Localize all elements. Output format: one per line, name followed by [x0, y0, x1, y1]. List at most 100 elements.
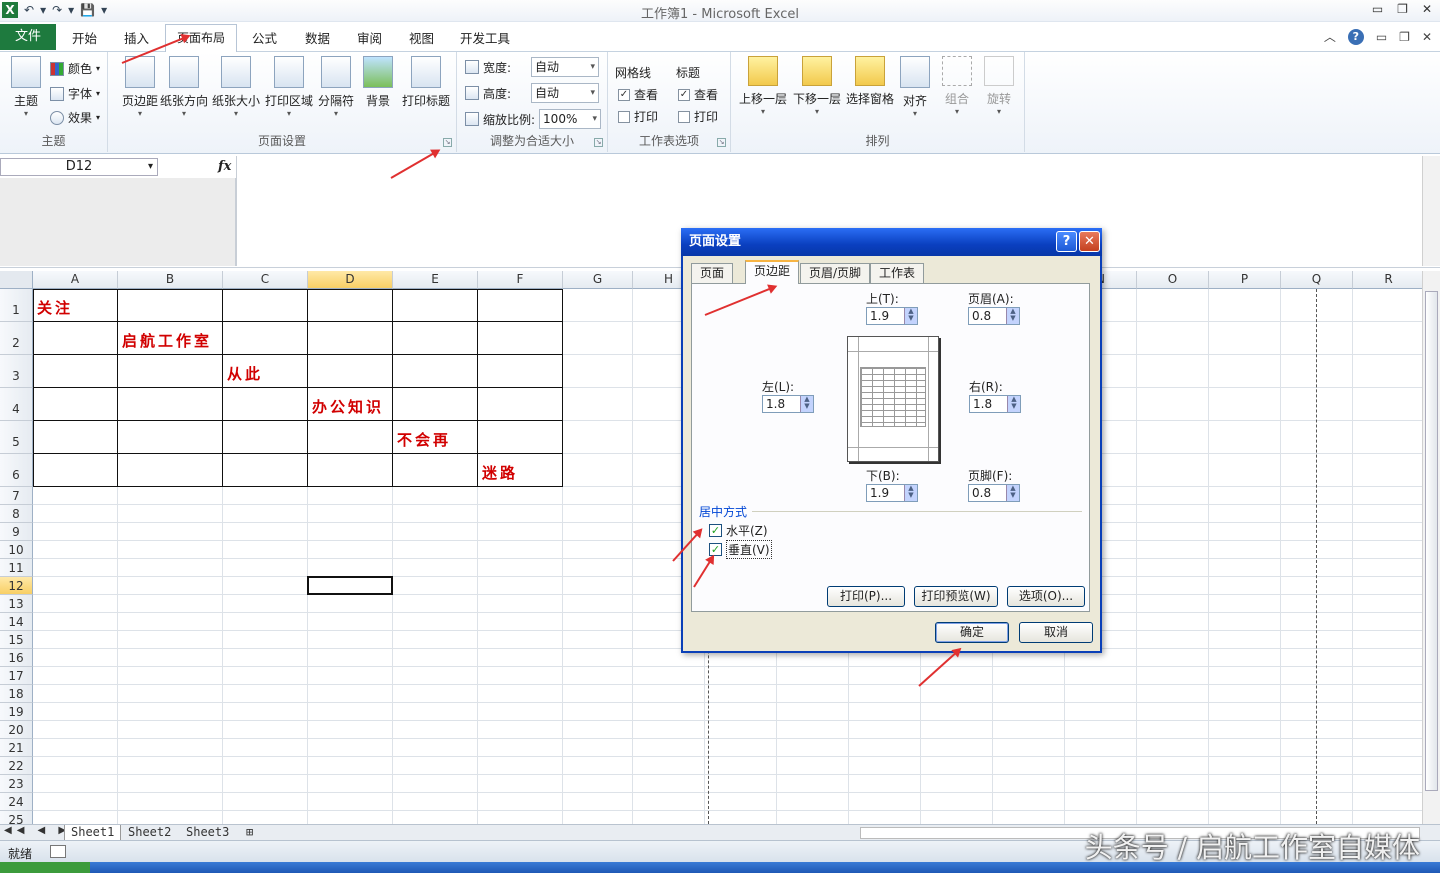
- center-horizontally-checkbox[interactable]: ✓ 水平(Z): [709, 522, 768, 539]
- top-margin-spinner[interactable]: 1.9 ▲ ▼: [866, 307, 918, 325]
- headings-print-checkbox[interactable]: 打印: [678, 108, 718, 125]
- row-header-3[interactable]: 3: [0, 355, 33, 388]
- page-setup-launcher-icon[interactable]: ↘: [443, 138, 452, 147]
- column-header-g[interactable]: G: [563, 271, 633, 289]
- cell-c3[interactable]: 从此: [227, 363, 263, 384]
- tab-insert[interactable]: 插入: [124, 28, 149, 47]
- close-workbook-icon[interactable]: ✕: [1422, 30, 1432, 44]
- dialog-close-icon[interactable]: ✕: [1079, 231, 1100, 252]
- column-header-d[interactable]: D: [308, 271, 393, 289]
- print-area-button[interactable]: 打印区域 ▾: [263, 56, 315, 118]
- colors-button[interactable]: 颜色 ▾: [50, 60, 100, 77]
- column-header-p[interactable]: P: [1209, 271, 1281, 289]
- row-header-22[interactable]: 22: [0, 757, 33, 775]
- size-button[interactable]: 纸张大小 ▾: [210, 56, 262, 118]
- row-header-24[interactable]: 24: [0, 793, 33, 811]
- sheet-tab-sheet2[interactable]: Sheet2: [122, 825, 177, 841]
- send-backward-button[interactable]: 下移一层 ▾: [789, 56, 845, 116]
- macro-record-icon[interactable]: [50, 845, 66, 858]
- orientation-button[interactable]: 纸张方向 ▾: [158, 56, 210, 118]
- name-box[interactable]: D12: [0, 158, 158, 176]
- spinner-arrows-icon[interactable]: ▲ ▼: [1006, 485, 1019, 501]
- row-header-5[interactable]: 5: [0, 421, 33, 454]
- row-header-10[interactable]: 10: [0, 541, 33, 559]
- print-titles-button[interactable]: 打印标题: [400, 56, 452, 109]
- row-header-11[interactable]: 11: [0, 559, 33, 577]
- column-header-q[interactable]: Q: [1281, 271, 1353, 289]
- row-header-2[interactable]: 2: [0, 322, 33, 355]
- tab-sheet[interactable]: 工作表: [870, 263, 925, 283]
- row-header-4[interactable]: 4: [0, 388, 33, 421]
- minimize-icon[interactable]: ▭: [1372, 2, 1383, 16]
- tab-page-layout[interactable]: 页面布局: [165, 24, 237, 53]
- sheet-tab-sheet1[interactable]: Sheet1: [64, 825, 122, 841]
- insert-sheet-icon[interactable]: ⊞: [240, 825, 259, 841]
- bottom-margin-spinner[interactable]: 1.9 ▲ ▼: [866, 484, 918, 502]
- tab-formulas[interactable]: 公式: [252, 28, 277, 47]
- active-cell[interactable]: [307, 576, 393, 595]
- restore-workbook-icon[interactable]: ❐: [1399, 30, 1410, 44]
- cell-b2[interactable]: 启航工作室: [122, 330, 212, 351]
- column-header-e[interactable]: E: [393, 271, 478, 289]
- spinner-arrows-icon[interactable]: ▲ ▼: [1006, 308, 1019, 324]
- effects-button[interactable]: 效果 ▾: [50, 109, 100, 126]
- row-header-8[interactable]: 8: [0, 505, 33, 523]
- spinner-arrows-icon[interactable]: ▲ ▼: [1007, 396, 1020, 412]
- theme-button[interactable]: 主题 ▾: [0, 56, 52, 118]
- tab-margins[interactable]: 页边距: [745, 260, 800, 284]
- row-header-21[interactable]: 21: [0, 739, 33, 757]
- cell-e5[interactable]: 不会再: [397, 429, 451, 450]
- close-icon[interactable]: ✕: [1422, 2, 1432, 16]
- sheet-tab-sheet3[interactable]: Sheet3: [180, 825, 235, 841]
- background-button[interactable]: 背景: [352, 56, 404, 109]
- row-header-18[interactable]: 18: [0, 685, 33, 703]
- column-header-a[interactable]: A: [33, 271, 118, 289]
- scale-spinner[interactable]: 100%: [539, 109, 602, 129]
- row-header-9[interactable]: 9: [0, 523, 33, 541]
- tab-header-footer[interactable]: 页眉/页脚: [800, 263, 871, 283]
- restore-icon[interactable]: ❐: [1397, 2, 1408, 16]
- print-button[interactable]: 打印(P)...: [827, 586, 905, 607]
- tab-file[interactable]: 文件: [0, 24, 56, 50]
- tab-home[interactable]: 开始: [72, 28, 97, 47]
- insert-function-icon[interactable]: fx: [218, 159, 231, 174]
- header-margin-spinner[interactable]: 0.8 ▲ ▼: [968, 307, 1020, 325]
- height-combo[interactable]: 自动: [531, 83, 600, 103]
- tab-developer[interactable]: 开发工具: [460, 28, 510, 47]
- cell-a1[interactable]: 关注: [37, 297, 73, 318]
- spinner-arrows-icon[interactable]: ▲ ▼: [800, 396, 813, 412]
- vertical-scrollbar[interactable]: [1422, 271, 1440, 824]
- print-preview-button[interactable]: 打印预览(W): [914, 586, 998, 607]
- left-margin-spinner[interactable]: 1.8 ▲ ▼: [762, 395, 814, 413]
- column-header-f[interactable]: F: [478, 271, 563, 289]
- sheet-options-launcher-icon[interactable]: ↘: [717, 138, 726, 147]
- column-header-o[interactable]: O: [1137, 271, 1209, 289]
- select-all-corner[interactable]: [0, 271, 33, 289]
- row-header-23[interactable]: 23: [0, 775, 33, 793]
- minimize-workbook-icon[interactable]: ▭: [1376, 30, 1387, 44]
- start-button[interactable]: [0, 862, 90, 873]
- row-header-25[interactable]: 25: [0, 811, 33, 824]
- row-header-6[interactable]: 6: [0, 454, 33, 487]
- gridlines-print-checkbox[interactable]: 打印: [618, 108, 658, 125]
- row-header-1[interactable]: 1: [0, 289, 33, 322]
- options-button[interactable]: 选项(O)...: [1007, 586, 1085, 607]
- tab-view[interactable]: 视图: [409, 28, 434, 47]
- center-vertically-checkbox[interactable]: ✓ 垂直(V): [709, 540, 772, 559]
- headings-view-checkbox[interactable]: ✓ 查看: [678, 86, 718, 103]
- cancel-button[interactable]: 取消: [1019, 622, 1093, 643]
- spinner-arrows-icon[interactable]: ▲ ▼: [904, 485, 917, 501]
- bring-forward-button[interactable]: 上移一层 ▾: [735, 56, 791, 116]
- row-header-17[interactable]: 17: [0, 667, 33, 685]
- cell-d4[interactable]: 办公知识: [312, 396, 384, 417]
- column-header-c[interactable]: C: [223, 271, 308, 289]
- row-header-13[interactable]: 13: [0, 595, 33, 613]
- row-header-20[interactable]: 20: [0, 721, 33, 739]
- row-header-12[interactable]: 12: [0, 577, 33, 595]
- help-icon[interactable]: ?: [1347, 28, 1364, 45]
- right-margin-spinner[interactable]: 1.8 ▲ ▼: [969, 395, 1021, 413]
- ok-button[interactable]: 确定: [935, 622, 1009, 643]
- column-header-b[interactable]: B: [118, 271, 223, 289]
- width-combo[interactable]: 自动: [531, 57, 600, 77]
- footer-margin-spinner[interactable]: 0.8 ▲ ▼: [968, 484, 1020, 502]
